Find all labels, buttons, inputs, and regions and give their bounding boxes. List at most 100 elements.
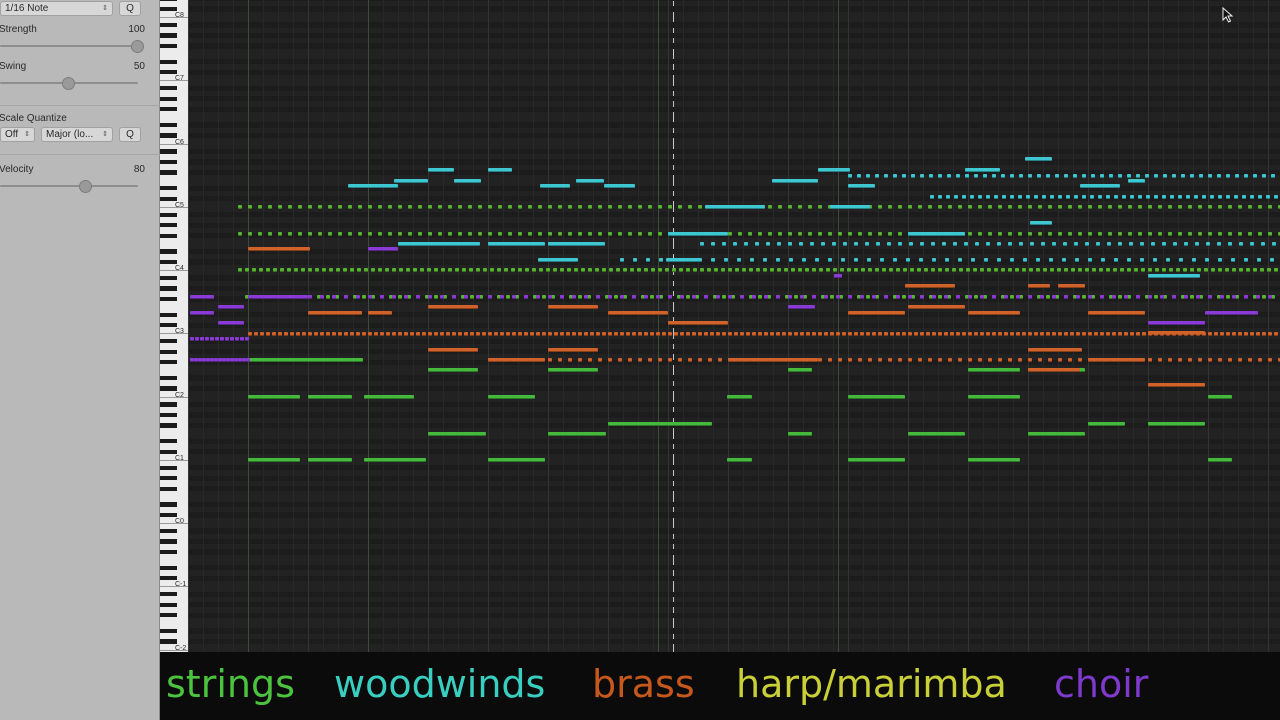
midi-note[interactable]	[1226, 332, 1230, 336]
midi-note[interactable]	[248, 395, 300, 399]
black-key[interactable]	[160, 549, 177, 555]
midi-note[interactable]	[1217, 242, 1221, 246]
midi-note[interactable]	[738, 232, 742, 236]
midi-note[interactable]	[200, 337, 204, 341]
midi-note[interactable]	[548, 205, 552, 209]
midi-note[interactable]	[798, 268, 802, 272]
midi-note[interactable]	[1253, 174, 1257, 178]
midi-note[interactable]	[574, 268, 578, 272]
midi-note[interactable]	[500, 332, 504, 336]
midi-note[interactable]	[623, 268, 627, 272]
midi-note[interactable]	[1244, 332, 1248, 336]
midi-note[interactable]	[1046, 295, 1050, 299]
midi-note[interactable]	[542, 295, 546, 299]
midi-note[interactable]	[399, 268, 403, 272]
midi-note[interactable]	[692, 332, 696, 336]
midi-note[interactable]	[488, 168, 512, 172]
midi-note[interactable]	[548, 332, 552, 336]
midi-note[interactable]	[847, 268, 851, 272]
midi-note[interactable]	[1112, 295, 1116, 299]
midi-note[interactable]	[290, 332, 294, 336]
midi-note[interactable]	[750, 258, 754, 262]
midi-note[interactable]	[798, 232, 802, 236]
midi-note[interactable]	[1062, 258, 1066, 262]
midi-note[interactable]	[500, 295, 504, 299]
midi-note[interactable]	[1108, 232, 1112, 236]
midi-note[interactable]	[938, 174, 942, 178]
midi-note[interactable]	[1127, 268, 1131, 272]
midi-note[interactable]	[608, 295, 612, 299]
midi-note[interactable]	[490, 268, 494, 272]
midi-note[interactable]	[280, 268, 284, 272]
swing-slider-knob[interactable]	[61, 77, 75, 90]
midi-note[interactable]	[1134, 268, 1138, 272]
midi-note[interactable]	[986, 195, 990, 199]
midi-note[interactable]	[1030, 242, 1034, 246]
midi-note[interactable]	[718, 358, 722, 362]
midi-note[interactable]	[284, 295, 288, 299]
midi-note[interactable]	[1178, 205, 1182, 209]
midi-note[interactable]	[824, 295, 828, 299]
midi-note[interactable]	[608, 358, 612, 362]
midi-note[interactable]	[1016, 332, 1020, 336]
black-key[interactable]	[160, 339, 177, 344]
midi-note[interactable]	[772, 179, 818, 183]
midi-note[interactable]	[808, 358, 812, 362]
midi-note[interactable]	[945, 268, 949, 272]
midi-note[interactable]	[608, 422, 712, 426]
midi-note[interactable]	[440, 332, 444, 336]
midi-note[interactable]	[1154, 332, 1158, 336]
midi-note[interactable]	[1078, 232, 1082, 236]
midi-note[interactable]	[770, 332, 774, 336]
midi-note[interactable]	[644, 332, 648, 336]
midi-note[interactable]	[968, 311, 1020, 315]
midi-note[interactable]	[427, 268, 431, 272]
midi-note[interactable]	[688, 358, 692, 362]
midi-note[interactable]	[964, 242, 968, 246]
midi-note[interactable]	[238, 232, 242, 236]
midi-note[interactable]	[1158, 205, 1162, 209]
midi-note[interactable]	[1190, 268, 1194, 272]
midi-note[interactable]	[1114, 258, 1118, 262]
midi-note[interactable]	[578, 295, 582, 299]
midi-note[interactable]	[1190, 174, 1194, 178]
midi-note[interactable]	[1019, 174, 1023, 178]
midi-note[interactable]	[434, 332, 438, 336]
midi-note[interactable]	[568, 205, 572, 209]
midi-note[interactable]	[828, 232, 832, 236]
midi-note[interactable]	[1028, 432, 1085, 436]
midi-note[interactable]	[650, 332, 654, 336]
midi-note[interactable]	[584, 295, 588, 299]
midi-note[interactable]	[508, 358, 512, 362]
midi-note[interactable]	[1210, 195, 1214, 199]
midi-note[interactable]	[1004, 332, 1008, 336]
velocity-slider-track[interactable]	[0, 185, 138, 187]
midi-note[interactable]	[560, 332, 564, 336]
midi-note[interactable]	[458, 332, 462, 336]
midi-note[interactable]	[924, 268, 928, 272]
midi-note[interactable]	[498, 358, 502, 362]
midi-note[interactable]	[328, 205, 332, 209]
midi-note[interactable]	[518, 332, 522, 336]
midi-note[interactable]	[978, 195, 982, 199]
midi-note[interactable]	[1234, 195, 1238, 199]
midi-note[interactable]	[1238, 205, 1242, 209]
midi-note[interactable]	[992, 174, 996, 178]
midi-note[interactable]	[968, 205, 972, 209]
midi-note[interactable]	[978, 358, 982, 362]
midi-note[interactable]	[620, 332, 624, 336]
midi-note[interactable]	[938, 195, 942, 199]
midi-note[interactable]	[1178, 195, 1182, 199]
midi-note[interactable]	[1250, 242, 1254, 246]
midi-note[interactable]	[326, 295, 330, 299]
midi-note[interactable]	[818, 232, 822, 236]
midi-note[interactable]	[707, 268, 711, 272]
midi-note[interactable]	[1008, 358, 1012, 362]
midi-note[interactable]	[942, 242, 946, 246]
midi-note[interactable]	[1142, 332, 1146, 336]
midi-note[interactable]	[238, 268, 242, 272]
midi-note[interactable]	[1239, 242, 1243, 246]
midi-note[interactable]	[482, 332, 486, 336]
midi-note[interactable]	[1162, 242, 1166, 246]
midi-note[interactable]	[1136, 174, 1140, 178]
